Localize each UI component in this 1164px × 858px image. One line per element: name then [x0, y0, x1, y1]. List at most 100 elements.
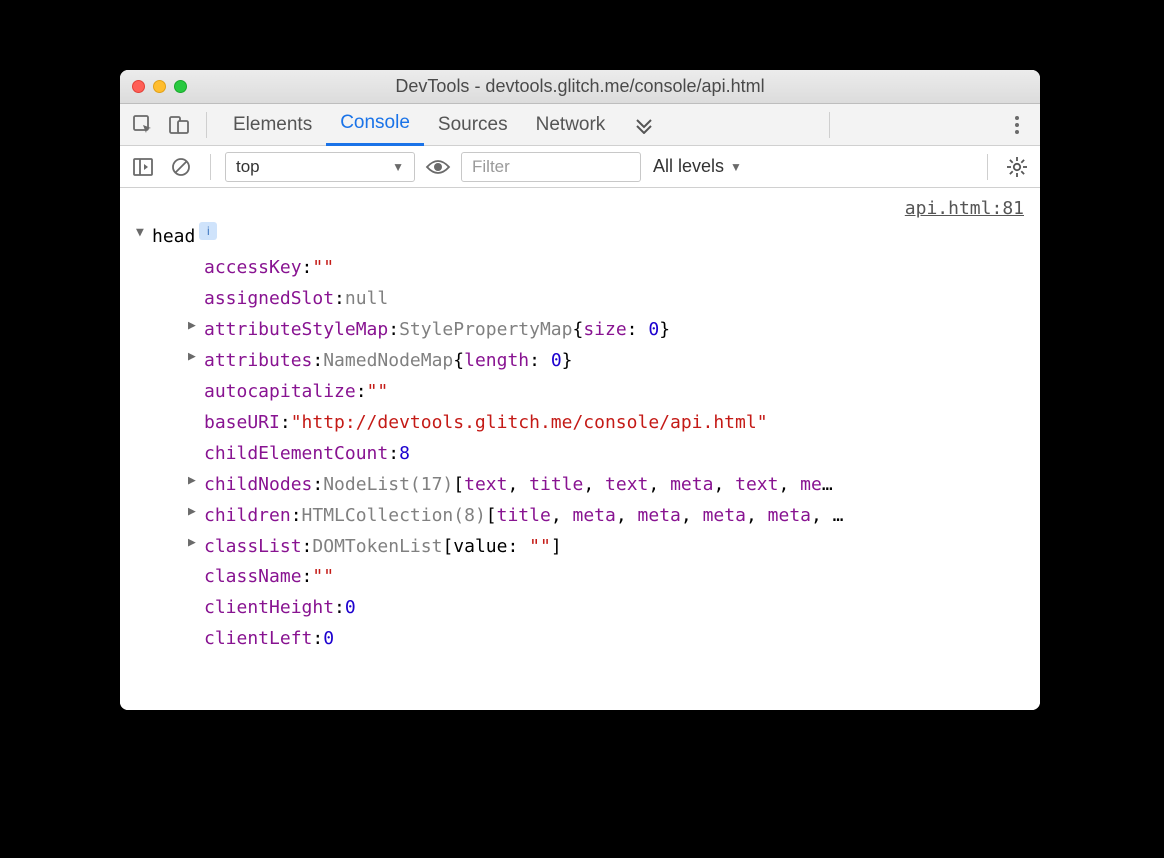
property-value: 0	[345, 593, 356, 624]
zoom-window-button[interactable]	[174, 80, 187, 93]
property-value: ""	[312, 253, 334, 284]
inspect-element-icon[interactable]	[128, 110, 158, 140]
tree-root-row[interactable]: ▼ head i	[136, 222, 1028, 253]
property-value: "http://devtools.glitch.me/console/api.h…	[291, 408, 768, 439]
tab-sources[interactable]: Sources	[424, 104, 522, 146]
property-value: [value: ""]	[442, 532, 561, 563]
property-key: clientLeft	[204, 624, 312, 655]
menu-kebab-icon[interactable]	[1002, 110, 1032, 140]
disclosure-triangle-right-icon[interactable]: ▶	[188, 470, 202, 501]
property-value: 8	[399, 439, 410, 470]
property-key: attributeStyleMap	[204, 315, 388, 346]
console-output: api.html:81 ▼ head i ▶accessKey: ""▶assi…	[120, 188, 1040, 710]
tab-elements[interactable]: Elements	[219, 104, 326, 146]
property-row[interactable]: ▶className: ""	[136, 562, 1028, 593]
property-value: 0	[323, 624, 334, 655]
filter-input[interactable]	[461, 152, 641, 182]
window-title: DevTools - devtools.glitch.me/console/ap…	[132, 76, 1028, 97]
execution-context-value: top	[236, 157, 260, 177]
colon: :	[302, 253, 313, 284]
property-value: ""	[367, 377, 389, 408]
property-row[interactable]: ▶attributeStyleMap: StylePropertyMap {si…	[136, 315, 1028, 346]
colon: :	[356, 377, 367, 408]
property-key: clientHeight	[204, 593, 334, 624]
property-key: childElementCount	[204, 439, 388, 470]
property-value: {size: 0}	[572, 315, 670, 346]
info-badge-icon[interactable]: i	[199, 222, 217, 240]
property-value: {length: 0}	[453, 346, 572, 377]
console-filter-row: top ▼ All levels ▼	[120, 146, 1040, 188]
property-key: children	[204, 501, 291, 532]
property-key: assignedSlot	[204, 284, 334, 315]
property-key: baseURI	[204, 408, 280, 439]
execution-context-select[interactable]: top ▼	[225, 152, 415, 182]
dropdown-triangle-icon: ▼	[392, 160, 404, 174]
separator	[206, 112, 207, 138]
property-value: [text, title, text, meta, text, me…	[453, 470, 832, 501]
property-row[interactable]: ▶childNodes: NodeList(17) [text, title, …	[136, 470, 1028, 501]
property-type: NamedNodeMap	[323, 346, 453, 377]
traffic-lights	[132, 80, 187, 93]
property-key: accessKey	[204, 253, 302, 284]
separator	[210, 154, 211, 180]
property-key: attributes	[204, 346, 312, 377]
property-value: ""	[312, 562, 334, 593]
property-key: autocapitalize	[204, 377, 356, 408]
live-expression-eye-icon[interactable]	[423, 152, 453, 182]
clear-console-icon[interactable]	[166, 152, 196, 182]
devtools-window: DevTools - devtools.glitch.me/console/ap…	[120, 70, 1040, 710]
property-key: childNodes	[204, 470, 312, 501]
property-key: className	[204, 562, 302, 593]
colon: :	[312, 470, 323, 501]
separator	[829, 112, 830, 138]
close-window-button[interactable]	[132, 80, 145, 93]
property-type: StylePropertyMap	[399, 315, 572, 346]
source-link[interactable]: api.html:81	[905, 194, 1024, 225]
property-row[interactable]: ▶clientLeft: 0	[136, 624, 1028, 655]
log-levels-select[interactable]: All levels ▼	[653, 156, 742, 177]
property-type: DOMTokenList	[312, 532, 442, 563]
tab-console[interactable]: Console	[326, 104, 424, 146]
property-key: classList	[204, 532, 302, 563]
property-row[interactable]: ▶baseURI: "http://devtools.glitch.me/con…	[136, 408, 1028, 439]
disclosure-triangle-right-icon[interactable]: ▶	[188, 346, 202, 377]
colon: :	[291, 501, 302, 532]
devtools-tabs-row: ElementsConsoleSourcesNetwork	[120, 104, 1040, 146]
colon: :	[280, 408, 291, 439]
colon: :	[312, 346, 323, 377]
property-row[interactable]: ▶autocapitalize: ""	[136, 377, 1028, 408]
property-row[interactable]: ▶clientHeight: 0	[136, 593, 1028, 624]
property-row[interactable]: ▶assignedSlot: null	[136, 284, 1028, 315]
object-tree: ▼ head i ▶accessKey: ""▶assignedSlot: nu…	[136, 222, 1028, 655]
property-type: HTMLCollection(8)	[302, 501, 486, 532]
tab-network[interactable]: Network	[522, 104, 620, 146]
device-toolbar-icon[interactable]	[164, 110, 194, 140]
colon: :	[312, 624, 323, 655]
disclosure-triangle-down-icon[interactable]: ▼	[136, 222, 150, 253]
window-titlebar: DevTools - devtools.glitch.me/console/ap…	[120, 70, 1040, 104]
tree-root-label: head	[152, 222, 195, 253]
property-row[interactable]: ▶children: HTMLCollection(8) [title, met…	[136, 501, 1028, 532]
separator	[987, 154, 988, 180]
disclosure-triangle-right-icon[interactable]: ▶	[188, 501, 202, 532]
minimize-window-button[interactable]	[153, 80, 166, 93]
colon: :	[302, 532, 313, 563]
colon: :	[388, 315, 399, 346]
property-row[interactable]: ▶classList: DOMTokenList [value: ""]	[136, 532, 1028, 563]
console-settings-gear-icon[interactable]	[1002, 152, 1032, 182]
property-value: null	[345, 284, 388, 315]
dropdown-triangle-icon: ▼	[730, 160, 742, 174]
disclosure-triangle-right-icon[interactable]: ▶	[188, 315, 202, 346]
property-value: [title, meta, meta, meta, meta, …	[486, 501, 844, 532]
colon: :	[334, 593, 345, 624]
property-row[interactable]: ▶childElementCount: 8	[136, 439, 1028, 470]
more-tabs-button[interactable]	[625, 116, 663, 134]
property-row[interactable]: ▶attributes: NamedNodeMap {length: 0}	[136, 346, 1028, 377]
colon: :	[334, 284, 345, 315]
property-type: NodeList(17)	[323, 470, 453, 501]
colon: :	[302, 562, 313, 593]
disclosure-triangle-right-icon[interactable]: ▶	[188, 532, 202, 563]
colon: :	[388, 439, 399, 470]
property-row[interactable]: ▶accessKey: ""	[136, 253, 1028, 284]
console-sidebar-toggle-icon[interactable]	[128, 152, 158, 182]
